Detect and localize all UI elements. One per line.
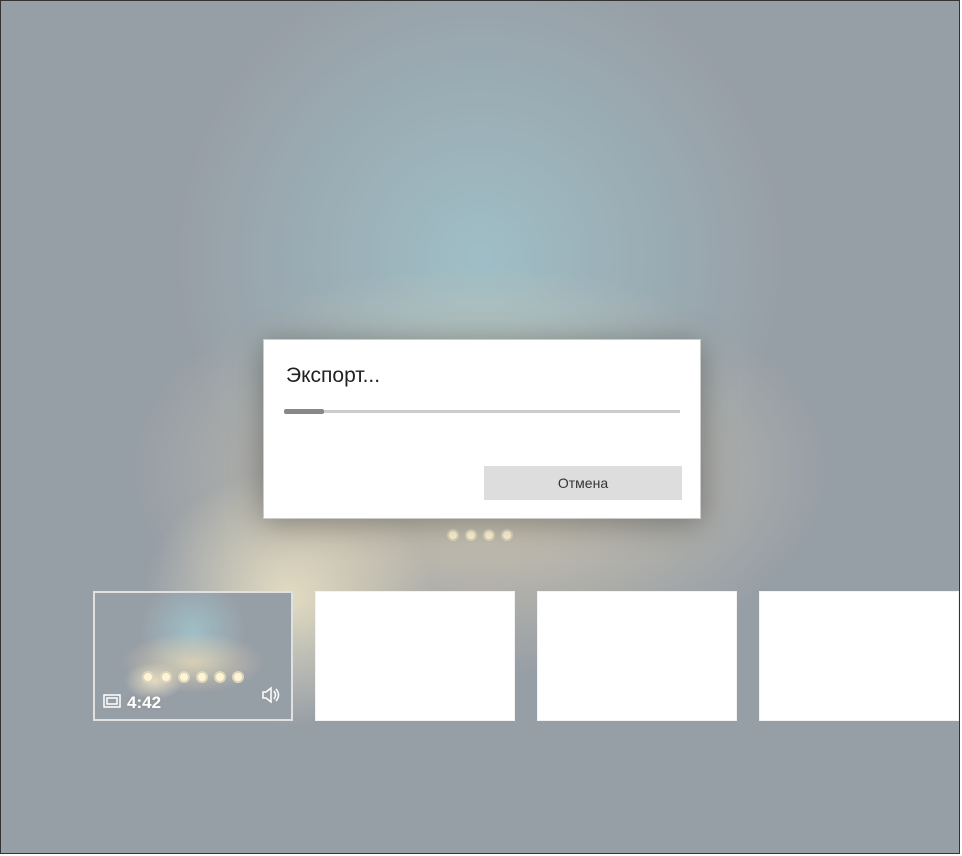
- export-progress-bar: [286, 410, 680, 413]
- cancel-button[interactable]: Отмена: [484, 466, 682, 500]
- storyboard-empty-slot[interactable]: [537, 591, 737, 721]
- storyboard-empty-slot[interactable]: [759, 591, 959, 721]
- audio-icon: [261, 686, 281, 709]
- clip-duration: 4:42: [127, 693, 161, 713]
- storyboard-empty-slot[interactable]: [315, 591, 515, 721]
- dialog-title: Экспорт...: [286, 364, 678, 388]
- clip-duration-icon: [103, 693, 121, 713]
- storyboard-clip[interactable]: 4:42: [93, 591, 293, 721]
- storyboard: 4:42: [1, 591, 959, 721]
- export-dialog: Экспорт... Отмена: [263, 339, 701, 519]
